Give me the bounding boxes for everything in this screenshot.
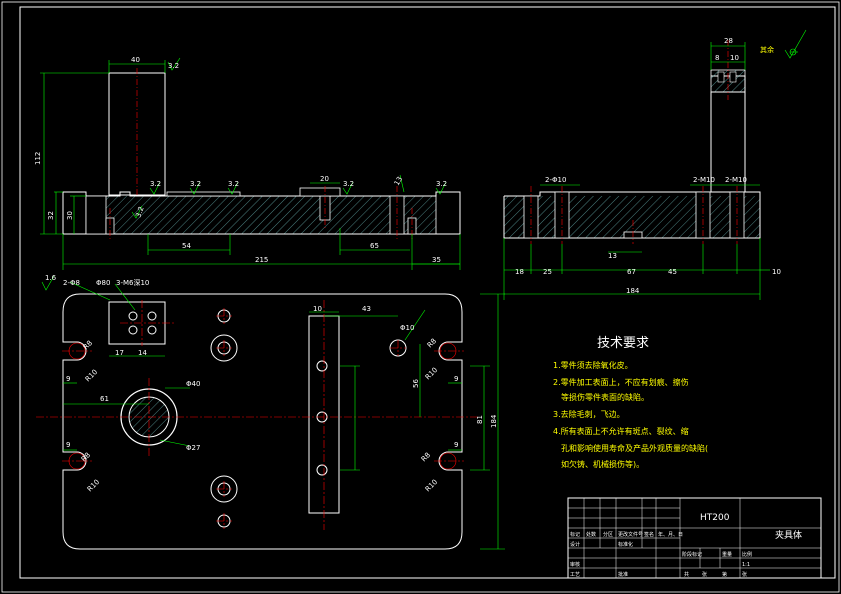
top-dim-9b: 9 [66,441,70,449]
top-dim-17: 17 [115,349,124,357]
roughness-note: 其余 [760,45,774,54]
dim-right-35: 35 [432,256,441,264]
dim-height-base: 32 [47,211,55,220]
top-dim-184: 184 [490,414,498,428]
side-dim-45: 45 [668,268,677,276]
dim-right-65: 65 [370,242,379,250]
dim-height-plate: 30 [66,211,74,220]
tech-req-line-2: 2.零件加工表面上，不应有划痕、擦伤 [553,377,689,387]
tb-material: HT200 [700,513,730,523]
top-dim-10: 10 [313,305,322,313]
top-dim-43: 43 [362,305,371,313]
tech-req-line-5: 4.所有表面上不允许有斑点、裂纹、缩 [553,426,689,436]
tb-cell-stage: 阶段标记 [682,551,702,558]
roughness-2: 3.2 [150,180,161,188]
tb-cell-zone: 分区 [603,531,613,538]
tb-cell-approve: 批准 [618,571,628,578]
top-phi-27: Φ27 [186,444,200,452]
top-roughness: 1.6 [45,274,57,282]
tb-cell-review: 审核 [570,561,580,568]
side-dim-184: 184 [626,287,640,295]
cad-drawing: 40 3.2 112 32 30 20 54 65 215 35 3.2 3.2… [0,0,841,594]
top-dim-9d: 9 [454,441,458,449]
top-m6: 3-M6深10 [116,278,149,287]
dim-left-54: 54 [182,242,191,250]
tech-req-title: 技术要求 [597,336,649,351]
side-dim-8: 8 [715,54,719,62]
tech-req-line-4: 3.去除毛刺，飞边。 [553,409,625,419]
tb-cell-sign: 签名 [644,531,654,538]
side-dim-67: 67 [627,268,636,276]
tech-req-line-1: 1.零件须去除氧化皮。 [553,360,633,370]
roughness-1: 3.2 [168,62,179,70]
dim-overall-215: 215 [255,256,268,264]
top-dim-61: 61 [100,395,109,403]
side-hole-b: 2-M10 [693,176,715,184]
side-dim-10b: 10 [772,268,781,276]
roughness-6: 3.2 [436,180,447,188]
tech-req-line-3: 等损伤零件表面的缺陷。 [561,392,649,402]
dim-step: 20 [320,175,329,183]
roughness-3: 3.2 [190,180,201,188]
top-dim-9a: 9 [66,375,70,383]
side-dim-10: 10 [730,54,739,62]
top-hole-2phi: 2-Φ8 [63,279,80,287]
top-phi-40: Φ40 [186,380,200,388]
side-hole-c: 2-M10 [725,176,747,184]
tb-cell-total: 共 [684,571,689,578]
tb-cell-scale: 比例 [742,551,752,558]
roughness-5: 3.2 [343,180,354,188]
roughness-4: 3.2 [228,180,239,188]
tb-scale-value: 1:1 [742,562,750,568]
tb-cell-count: 处数 [586,531,596,538]
top-dim-14: 14 [138,349,147,357]
top-dim-9c: 9 [454,375,458,383]
top-dim-81: 81 [476,415,484,424]
tb-cell-weight: 重量 [722,551,732,558]
top-phi-10: Φ10 [400,324,414,332]
tb-cell-mark: 标记 [570,531,580,538]
side-hole-a: 2-Φ10 [545,176,566,184]
tb-cell-design: 设计 [570,541,580,548]
tech-req-line-7: 如欠铸、机械损伤等)。 [561,459,644,469]
side-dim-25: 25 [543,268,552,276]
tb-part-name: 夹具体 [775,529,802,541]
tb-cell-date: 年、月、日 [658,531,683,538]
dim-height-total: 112 [34,152,42,165]
tb-cell-doc: 更改文件号 [618,531,643,538]
side-dim-13: 13 [608,252,617,260]
tb-cell-process: 工艺 [570,572,580,578]
tb-cell-sheet1: 张 [702,571,707,578]
side-dim-18: 18 [515,268,524,276]
tb-cell-no: 第 [722,571,727,578]
top-phi-80: Φ80 [96,279,110,287]
dim-top-width: 40 [131,56,140,64]
tech-req-line-6: 孔和影响使用寿命及产品外观质量的缺陷( [561,443,708,453]
tb-cell-sheet2: 张 [742,571,747,578]
side-dim-28: 28 [724,37,733,45]
tb-cell-std: 标准化 [618,541,633,548]
top-dim-56: 56 [412,379,420,388]
